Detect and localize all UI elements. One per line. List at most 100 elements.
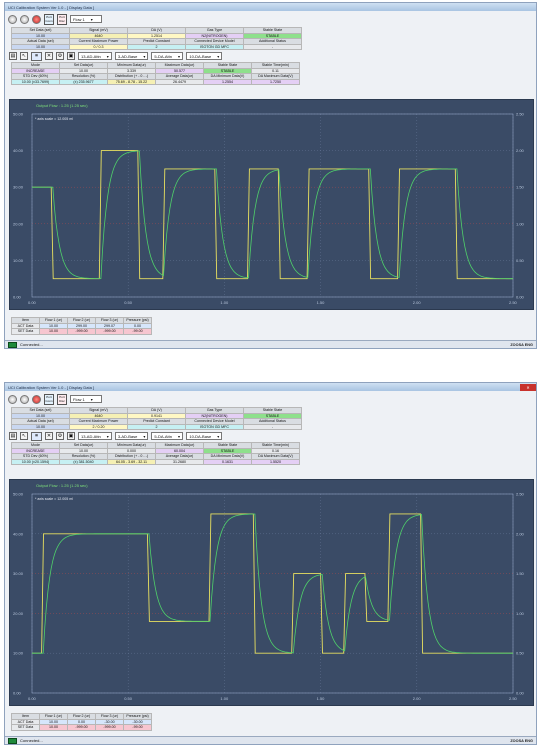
window-title: UCI Calibration System Ver 1.0 - [ Displ… — [8, 4, 95, 10]
flow-chart[interactable]: 50.00 40.00 30.00 20.00 10.00 0.00 2.50 2.00 1.5… — [9, 99, 534, 310]
table-cell: 10.00 — [11, 43, 70, 50]
table-row: SET Data 10.00 -999.00 -999.00 -99.00 — [11, 724, 152, 731]
settings-icon[interactable] — [20, 14, 29, 24]
table-header-cell: DA Maximum Data(V) — [251, 453, 300, 460]
save-icon[interactable]: ▣ — [67, 432, 75, 440]
y-tick-label: 20.00 — [13, 221, 24, 226]
table-cell: 10.00 (±20.1594) — [11, 458, 60, 465]
y2-tick-label: 2.50 — [516, 112, 525, 117]
table-cell: - — [243, 43, 302, 50]
close-window-button[interactable]: ✕ — [520, 383, 536, 391]
port-disc-button[interactable]: Port Disc — [57, 393, 67, 405]
table-header-cell: -99.00 — [123, 724, 152, 731]
chart-svg: 50.0040.0030.0020.0010.000.002.502.001.5… — [13, 103, 525, 305]
table-cell: 2 — [127, 43, 186, 50]
select-da-attn[interactable]: 5-DA-Attn ▾ — [151, 52, 184, 60]
table-cell: 1.2554 — [203, 78, 252, 85]
title-bar: UCI Calibration System Ver 1.0 - [ Displ… — [5, 3, 536, 11]
y2-tick-label: 0.00 — [516, 295, 525, 300]
tools-icon[interactable]: ⚙ — [56, 432, 64, 440]
plot-frame — [31, 493, 514, 694]
table-cell: - — [243, 423, 302, 430]
y2-tick-label: 2.00 — [516, 148, 525, 153]
stop-icon[interactable] — [32, 394, 41, 404]
table-cell: 75.69 - 8.78 - 15.22 — [107, 78, 156, 85]
table-row: 10.00 (±33.7699) (±) 235.9677 75.69 - 8.78… — [11, 78, 300, 85]
setpoint-line — [32, 513, 513, 654]
y-tick-label: 0.00 — [13, 691, 22, 696]
settings-icon[interactable] — [20, 394, 29, 404]
table-header-cell: 10.00 — [39, 724, 68, 731]
select-da-base[interactable]: 10-DA-Base ▾ — [186, 52, 223, 60]
select-ad-base[interactable]: 3-AD-Base ▾ — [114, 432, 149, 440]
select-ad-attn-value: 13-AD-Attn — [81, 433, 101, 439]
chevron-down-icon: ▾ — [143, 53, 146, 59]
x-tick-label: 1.00 — [220, 696, 229, 701]
table-header-cell: -999.00 — [67, 724, 96, 731]
select-ad-attn[interactable]: 13-AD-Attn ▾ — [78, 52, 112, 60]
save-icon[interactable]: ▣ — [67, 52, 75, 60]
chart-subtitle: * axis scale = 12.005 ml — [35, 117, 73, 121]
app-window-1: UCI Calibration System Ver 1.0 - [ Displ… — [4, 2, 537, 349]
cursor-icon[interactable]: ↖ — [20, 52, 28, 60]
y-tick-label: 0.00 — [13, 295, 22, 300]
connect-icon[interactable] — [8, 14, 17, 24]
table-header-cell: 10.00 — [39, 328, 68, 335]
chevron-down-icon: ▾ — [90, 396, 93, 402]
table-cell: ISOTON GD MFC — [185, 423, 244, 430]
port-disc-button[interactable]: Port Disc — [57, 13, 67, 25]
flow-select-value: Flow 1 — [73, 16, 85, 22]
info-table: Set Data (sel) Signal (mV) DA (V) Gas Type S… — [11, 27, 302, 50]
port-conn-button[interactable]: Port Conn — [44, 393, 54, 405]
x-tick-label: 0.50 — [124, 696, 133, 701]
select-ad-base-value: 3-AD-Base — [117, 433, 138, 439]
y-tick-label: 50.00 — [13, 492, 24, 497]
flow-select[interactable]: Flow 1 ▾ — [70, 395, 102, 403]
select-ad-base[interactable]: 3-AD-Base ▾ — [114, 52, 149, 60]
cursor-icon[interactable]: ↖ — [20, 432, 28, 440]
close-icon[interactable]: ✕ — [45, 52, 53, 60]
status-bar: Connected... ZOOSA ENG — [5, 736, 536, 744]
select-da-base-value: 10-DA-Base — [189, 53, 212, 59]
y2-tick-label: 2.00 — [516, 531, 525, 536]
select-da-attn[interactable]: 5-DA-Attn ▾ — [151, 432, 184, 440]
connect-icon[interactable] — [8, 394, 17, 404]
table-cell: 64.05 - 3.69 - 32.11 — [107, 458, 156, 465]
chevron-down-icon: ▾ — [106, 433, 109, 439]
info-table: Set Data (sel) Signal (mV) DA (V) Gas Type S… — [11, 407, 302, 430]
main-toolbar: Port Conn Port Disc Flow 1 ▾ — [5, 11, 536, 27]
y2-tick-label: 0.50 — [516, 258, 525, 263]
y-tick-label: 30.00 — [13, 571, 24, 576]
status-text: Connected... — [20, 342, 43, 347]
table-header-cell: -999.00 — [67, 328, 96, 335]
x-tick-label: 1.50 — [317, 300, 326, 305]
table-row: 10.00 2 / 0.20 2 ISOTON GD MFC - — [11, 423, 302, 430]
chart-toolbar: ▤ ↖ ▦ ✕ ⚙ ▣ 13-AD-Attn ▾ 3-AD-Base ▾ 5-DA-… — [5, 50, 536, 62]
view-toggle-icon[interactable]: ▦ — [31, 431, 42, 441]
grid-icon[interactable]: ▤ — [9, 52, 17, 60]
tools-icon[interactable]: ⚙ — [56, 52, 64, 60]
response-line — [32, 513, 513, 654]
y-tick-label: 10.00 — [13, 651, 24, 656]
response-line — [32, 150, 513, 280]
y2-tick-label: 1.00 — [516, 611, 525, 616]
table-cell: ISOTON GD MFC — [185, 43, 244, 50]
stop-icon[interactable] — [32, 14, 41, 24]
chevron-down-icon: ▾ — [217, 433, 220, 439]
table-header-cell: SET Data — [11, 328, 40, 335]
flow-select[interactable]: Flow 1 ▾ — [70, 15, 102, 23]
status-text: Connected... — [20, 738, 43, 743]
table-row: 10.00 (±20.1594) (±) 381.5040 64.05 - 3.69… — [11, 458, 300, 465]
connection-led-icon — [8, 341, 17, 348]
view-toggle-icon[interactable]: ▦ — [31, 51, 42, 61]
port-conn-button[interactable]: Port Conn — [44, 13, 54, 25]
chart-toolbar: ▤ ↖ ▦ ✕ ⚙ ▣ 13-AD-Attn ▾ 3-AD-Base ▾ 5-DA-… — [5, 430, 536, 442]
close-icon[interactable]: ✕ — [45, 432, 53, 440]
y2-tick-label: 1.50 — [516, 185, 525, 190]
flow-chart[interactable]: 50.00 40.00 30.00 20.00 10.00 0.00 2.50 2.00 1.5… — [9, 479, 534, 706]
select-da-base[interactable]: 10-DA-Base ▾ — [186, 432, 223, 440]
select-ad-attn[interactable]: 13-AD-Attn ▾ — [78, 432, 112, 440]
y2-tick-label: 2.50 — [516, 492, 525, 497]
y-tick-label: 10.00 — [13, 258, 24, 263]
grid-icon[interactable]: ▤ — [9, 432, 17, 440]
